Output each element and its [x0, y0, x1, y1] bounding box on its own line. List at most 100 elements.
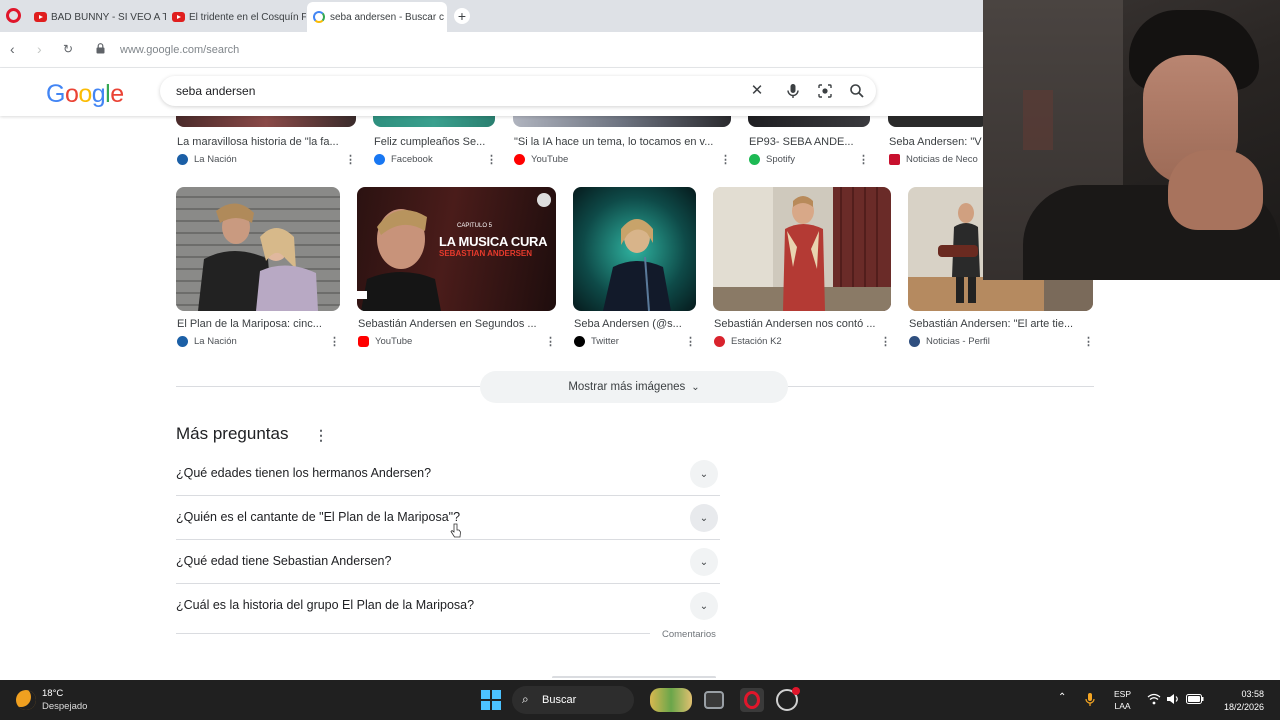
chevron-down-icon[interactable]: ⌄: [690, 460, 718, 488]
source-label: La Nación: [194, 154, 237, 165]
image-title[interactable]: La maravillosa historia de "la fa...: [177, 136, 347, 148]
source-label: Spotify: [766, 154, 796, 165]
more-options-icon[interactable]: ⋮: [345, 153, 356, 166]
facebook-icon: [374, 154, 385, 165]
task-view-icon[interactable]: [704, 691, 724, 709]
image-thumbnail[interactable]: [573, 187, 696, 311]
lens-icon[interactable]: [816, 82, 834, 100]
image-thumbnail[interactable]: [713, 187, 891, 311]
image-title[interactable]: "Si la IA hace un tema, lo tocamos en v.…: [514, 136, 724, 148]
url-field[interactable]: www.google.com/search: [120, 44, 239, 56]
google-icon: [313, 11, 325, 23]
image-title[interactable]: Seba Andersen (@s...: [574, 318, 692, 330]
clear-icon[interactable]: ✕: [748, 82, 766, 100]
more-options-icon[interactable]: ⋮: [720, 153, 731, 166]
show-more-label: Mostrar más imágenes: [568, 381, 686, 393]
more-options-icon[interactable]: ⋮: [314, 427, 328, 444]
chevron-up-icon[interactable]: ⌃: [1058, 692, 1066, 703]
more-options-icon[interactable]: ⋮: [486, 153, 497, 166]
search-box[interactable]: seba andersen ✕: [160, 76, 876, 106]
image-title[interactable]: El Plan de la Mariposa: cinc...: [177, 318, 337, 330]
paa-question[interactable]: ¿Qué edad tiene Sebastian Andersen? ⌄: [176, 540, 720, 584]
chevron-down-icon[interactable]: ⌄: [690, 592, 718, 620]
moon-weather-icon[interactable]: [16, 690, 36, 710]
opera-icon: [744, 691, 760, 709]
widgets-icon[interactable]: [650, 688, 692, 712]
image-thumbnail[interactable]: [748, 116, 870, 127]
microphone-icon[interactable]: [784, 82, 802, 100]
webcam-overlay: [983, 0, 1280, 280]
source-label: YouTube: [531, 154, 569, 165]
source-label: YouTube: [375, 336, 413, 347]
back-icon[interactable]: ‹: [10, 41, 15, 57]
more-options-icon[interactable]: ⋮: [858, 153, 869, 166]
image-title[interactable]: Sebastián Andersen nos contó ...: [714, 318, 890, 330]
paa-question[interactable]: ¿Qué edades tienen los hermanos Andersen…: [176, 452, 720, 496]
taskbar-search[interactable]: ⌕ Buscar: [512, 686, 634, 714]
paa-question-text[interactable]: ¿Quién es el cantante de "El Plan de la …: [176, 510, 460, 524]
image-thumbnail[interactable]: [176, 116, 356, 127]
taskbar: 18°C Despejado ⌕ Buscar ⌃ ESP LAA 03:58 …: [0, 680, 1280, 720]
clock-time: 03:58: [1241, 689, 1264, 699]
tab-tridente[interactable]: El tridente en el Cosquín F: [166, 4, 306, 30]
youtube-icon: [172, 12, 185, 22]
feedback-link[interactable]: Comentarios: [662, 629, 716, 640]
search-icon[interactable]: [848, 82, 866, 100]
image-thumbnail[interactable]: [888, 116, 988, 127]
image-title[interactable]: Seba Andersen: "V: [889, 136, 983, 148]
search-input[interactable]: seba andersen: [176, 84, 255, 98]
paa-question[interactable]: ¿Cuál es la historia del grupo El Plan d…: [176, 584, 720, 628]
paa-question-text[interactable]: ¿Qué edad tiene Sebastian Andersen?: [176, 554, 391, 568]
show-more-images-button[interactable]: Mostrar más imágenes ⌄: [480, 371, 788, 403]
chevron-down-icon[interactable]: ⌄: [690, 548, 718, 576]
image-source: La Nación: [177, 336, 237, 347]
more-options-icon[interactable]: ⋮: [545, 335, 556, 348]
paa-question-text[interactable]: ¿Cuál es la historia del grupo El Plan d…: [176, 598, 474, 612]
source-label: Noticias - Perfil: [926, 336, 990, 347]
input-language[interactable]: ESP LAA: [1114, 688, 1131, 712]
opera-taskbar-button[interactable]: [740, 688, 764, 712]
more-options-icon[interactable]: ⋮: [880, 335, 891, 348]
volume-icon[interactable]: [1166, 693, 1180, 705]
system-clock[interactable]: 03:58 18/2/2026: [1208, 688, 1264, 714]
la-nacion-icon: [177, 336, 188, 347]
image-title[interactable]: EP93- SEBA ANDE...: [749, 136, 857, 148]
notification-badge: [792, 687, 800, 695]
chevron-down-icon[interactable]: ⌄: [690, 504, 718, 532]
weather-temperature[interactable]: 18°C: [42, 688, 63, 699]
x-twitter-icon: [574, 336, 585, 347]
more-options-icon[interactable]: ⋮: [329, 335, 340, 348]
wifi-icon[interactable]: [1147, 693, 1161, 705]
image-title[interactable]: Feliz cumpleaños Se...: [374, 136, 496, 148]
opera-logo-icon[interactable]: [6, 8, 21, 23]
microphone-icon[interactable]: [1085, 692, 1095, 707]
paa-question-text[interactable]: ¿Qué edades tienen los hermanos Andersen…: [176, 466, 431, 480]
image-thumbnail[interactable]: CAPITULO 5 LA MUSICA CURA SEBASTIAN ANDE…: [357, 187, 556, 311]
google-logo[interactable]: Google: [46, 80, 124, 109]
image-title[interactable]: Sebastián Andersen en Segundos ...: [358, 318, 553, 330]
image-thumbnail[interactable]: [513, 116, 731, 127]
battery-icon[interactable]: [1186, 694, 1204, 704]
thumbnail-chapter-text: CAPITULO 5: [457, 223, 493, 229]
tab-google-search[interactable]: seba andersen - Buscar c ✕: [307, 2, 447, 32]
windows-start-icon[interactable]: [481, 690, 501, 710]
forward-icon[interactable]: ›: [37, 41, 42, 57]
la-nacion-icon: [177, 154, 188, 165]
paa-question[interactable]: ¿Quién es el cantante de "El Plan de la …: [176, 496, 720, 540]
new-tab-button[interactable]: +: [454, 8, 470, 24]
source-label: Facebook: [391, 154, 433, 165]
reload-icon[interactable]: ↻: [63, 42, 73, 56]
tab-bad-bunny[interactable]: BAD BUNNY - SI VEO A TU: [28, 4, 166, 30]
more-options-icon[interactable]: ⋮: [1083, 335, 1094, 348]
image-thumbnail[interactable]: [373, 116, 495, 127]
search-icon: ⌕: [522, 692, 529, 706]
weather-description[interactable]: Despejado: [42, 701, 87, 712]
image-title[interactable]: Sebastián Andersen: "El arte tie...: [909, 318, 1089, 330]
mouse-cursor-icon: [450, 523, 461, 538]
image-source: Facebook: [374, 154, 433, 165]
more-options-icon[interactable]: ⋮: [685, 335, 696, 348]
chrome-app-icon[interactable]: [776, 687, 800, 711]
channel-badge-icon: [537, 193, 551, 207]
youtube-icon: [34, 12, 47, 22]
image-thumbnail[interactable]: [176, 187, 340, 311]
